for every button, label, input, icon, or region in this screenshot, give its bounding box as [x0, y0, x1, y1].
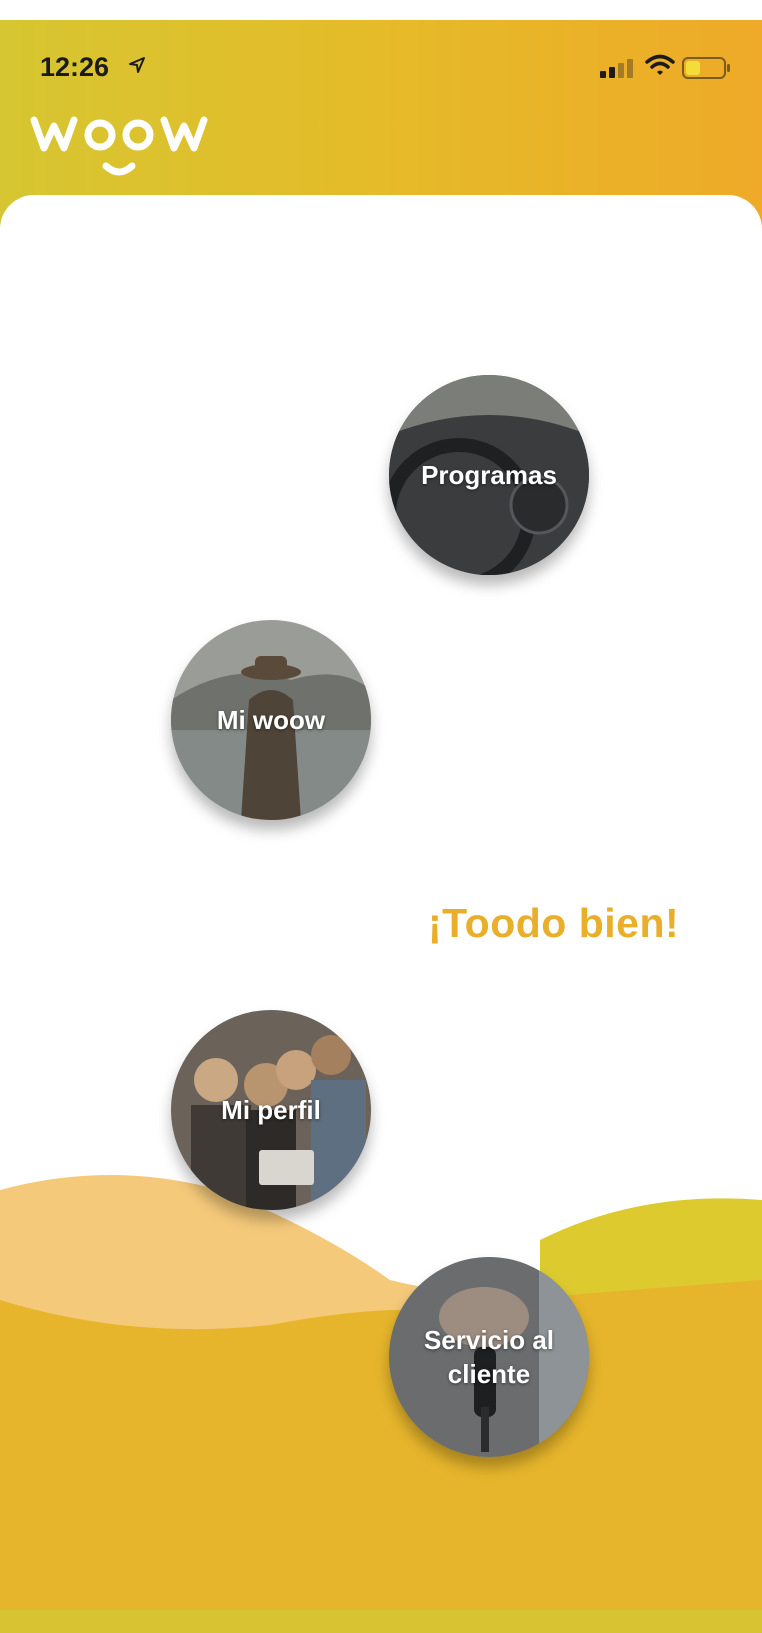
menu-programas-label: Programas — [421, 460, 557, 490]
top-strip — [0, 0, 762, 20]
menu-servicio-cliente-label: Servicio al cliente — [423, 1325, 555, 1389]
menu-mi-perfil-button[interactable]: Mi perfil — [171, 1010, 371, 1210]
signal-icon — [600, 59, 633, 78]
wifi-icon — [645, 54, 675, 75]
menu-servicio-cliente-button[interactable]: Servicio al cliente — [389, 1257, 589, 1457]
tagline: ¡Toodo bien! — [428, 900, 680, 946]
status-time: 12:26 — [40, 52, 110, 82]
menu-programas-button[interactable]: Programas — [389, 375, 589, 575]
status-bar: 12:26 — [0, 20, 762, 110]
woow-logo — [30, 116, 208, 176]
battery-icon — [682, 57, 730, 79]
bottom-bar — [0, 1610, 762, 1633]
menu-mi-perfil-label: Mi perfil — [221, 1095, 321, 1125]
menu-mi-woow-button[interactable]: Mi woow — [171, 620, 371, 820]
menu-mi-woow-label: Mi woow — [216, 705, 326, 735]
location-arrow-icon — [129, 57, 145, 73]
bottom-wave-decoration — [0, 1175, 762, 1633]
